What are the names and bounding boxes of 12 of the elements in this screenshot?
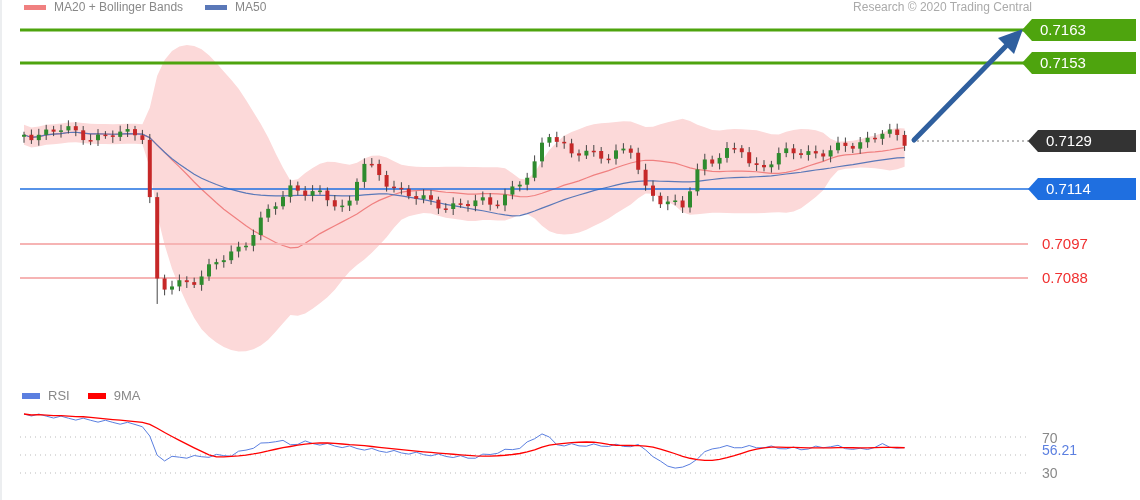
price-level-label: 0.7088: [1042, 269, 1088, 287]
rsi-level-label: 30: [1042, 464, 1058, 482]
price-level-label: 0.7097: [1042, 235, 1088, 253]
legend-label: MA50: [235, 0, 267, 14]
price-level-tag: 0.7129: [1028, 130, 1136, 152]
price-level-tag: 0.7153: [1022, 52, 1136, 74]
legend-label: RSI: [48, 388, 70, 404]
legend-label: 9MA: [113, 388, 141, 404]
price-level-tag: 0.7163: [1022, 19, 1136, 41]
price-level-tag: 0.7114: [1028, 178, 1136, 200]
legend-label: MA20 + Bollinger Bands: [54, 0, 184, 14]
copyright-text: Research © 2020 Trading Central: [853, 0, 1032, 14]
